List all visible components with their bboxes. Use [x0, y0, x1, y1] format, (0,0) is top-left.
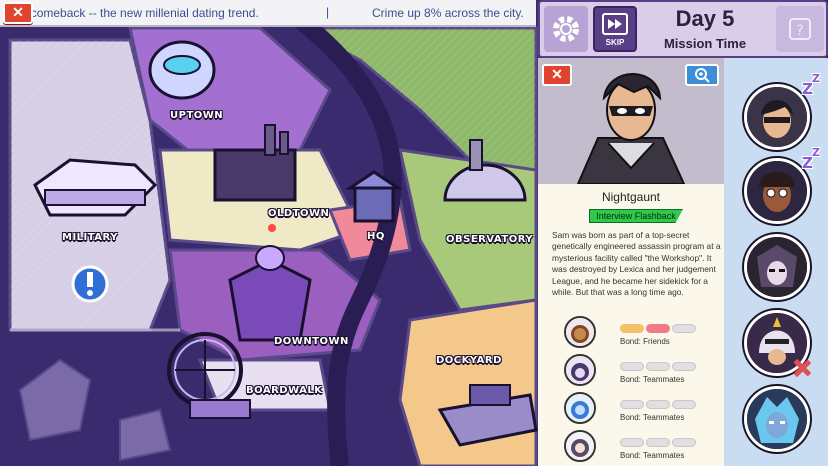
hero-name: Nightgaunt: [601, 190, 661, 204]
bond-meter: [620, 324, 696, 333]
bond-segment: [620, 400, 644, 409]
svg-text:?: ?: [796, 23, 803, 39]
bond-label: Bond: Friends: [620, 337, 670, 346]
uptown-landmark-icon: [148, 40, 216, 100]
hero-roster: Z Z Z Z: [724, 58, 828, 466]
ticker-headline: ng a comeback -- the new millenial datin…: [4, 6, 259, 20]
district-label-hq[interactable]: HQ: [367, 231, 385, 242]
skip-label: SKIP: [605, 38, 625, 47]
interview-flashback-button[interactable]: Interview Flashback: [589, 209, 683, 223]
close-ticker-button[interactable]: ✕: [3, 2, 33, 24]
district-label-oldtown[interactable]: OLDTOWN: [268, 208, 329, 219]
day-header: SKIP Day 5 Mission Time ?: [538, 0, 828, 58]
bond-row[interactable]: Bond: Teammates: [564, 430, 724, 464]
hero-portrait: ✕: [538, 58, 724, 184]
avatar: [564, 316, 596, 348]
news-ticker: ng a comeback -- the new millenial datin…: [0, 0, 536, 27]
bond-row[interactable]: Bond: Teammates: [564, 392, 724, 426]
bond-row[interactable]: Bond: Friends: [564, 316, 724, 350]
help-button[interactable]: ?: [776, 6, 824, 52]
district-label-downtown[interactable]: DOWNTOWN: [274, 336, 349, 347]
bond-segment: [672, 438, 696, 447]
bond-meter: [620, 438, 696, 447]
magnifier-icon: [695, 68, 710, 83]
skip-button[interactable]: SKIP: [593, 6, 637, 52]
avatar: [564, 430, 596, 462]
avatar: [564, 354, 596, 386]
bond-segment: [672, 324, 696, 333]
district-label-boardwalk[interactable]: BOARDWALK: [246, 385, 323, 396]
bond-label: Bond: Teammates: [620, 375, 685, 384]
bond-meter: [620, 400, 696, 409]
hero-profile-panel: ✕ Nightgaunt Interview Flashback Sam was…: [538, 58, 724, 466]
close-icon: ✕: [551, 66, 563, 82]
phase-title: Mission Time: [663, 36, 747, 51]
zoom-portrait-button[interactable]: [685, 64, 719, 86]
hero-portrait-icon: [747, 237, 807, 297]
bond-row[interactable]: Bond: Teammates: [564, 354, 724, 388]
gear-icon: [553, 16, 579, 42]
close-profile-button[interactable]: ✕: [542, 64, 572, 86]
close-icon: ✕: [12, 4, 24, 20]
ticker-separator: |: [326, 5, 330, 19]
roster-hero-2[interactable]: [744, 158, 810, 224]
bond-segment: [672, 362, 696, 371]
fast-forward-icon: [602, 13, 628, 35]
hero-portrait-icon: [747, 389, 807, 449]
sleeping-icon: Z: [812, 72, 820, 85]
day-title: Day 5: [675, 6, 735, 31]
bond-meter: [620, 362, 696, 371]
injured-icon: [793, 358, 812, 378]
sleeping-icon: Z: [812, 146, 820, 159]
hero-portrait-icon: [747, 87, 807, 147]
mission-alert-icon: [71, 265, 109, 303]
bond-segment: [646, 438, 670, 447]
district-label-dockyard[interactable]: DOCKYARD: [436, 355, 502, 366]
district-label-observatory[interactable]: OBSERVATORY: [446, 234, 533, 245]
district-label-military[interactable]: MILITARY: [62, 232, 118, 243]
city-map[interactable]: UPTOWN MILITARY OLDTOWN HQ OBSERVATORY D…: [0, 0, 540, 466]
bond-label: Bond: Teammates: [620, 413, 685, 422]
roster-hero-3[interactable]: [744, 234, 810, 300]
question-icon: ?: [789, 18, 811, 40]
avatar: [564, 392, 596, 424]
bond-segment: [672, 400, 696, 409]
district-label-uptown[interactable]: UPTOWN: [170, 110, 223, 121]
bond-segment: [646, 362, 670, 371]
hero-portrait-icon: [747, 161, 807, 221]
bond-segment: [646, 400, 670, 409]
ticker-headline: Crime up 8% across the city.: [372, 6, 524, 20]
roster-hero-nightgaunt[interactable]: [744, 84, 810, 150]
bond-segment: [620, 438, 644, 447]
bond-segment: [620, 362, 644, 371]
bond-label: Bond: Teammates: [620, 451, 685, 460]
bond-segment: [620, 324, 644, 333]
bond-segment: [646, 324, 670, 333]
hero-bio: Sam was born as part of a top-secret gen…: [552, 230, 721, 298]
roster-hero-5[interactable]: [744, 386, 810, 452]
settings-button[interactable]: [544, 6, 588, 52]
